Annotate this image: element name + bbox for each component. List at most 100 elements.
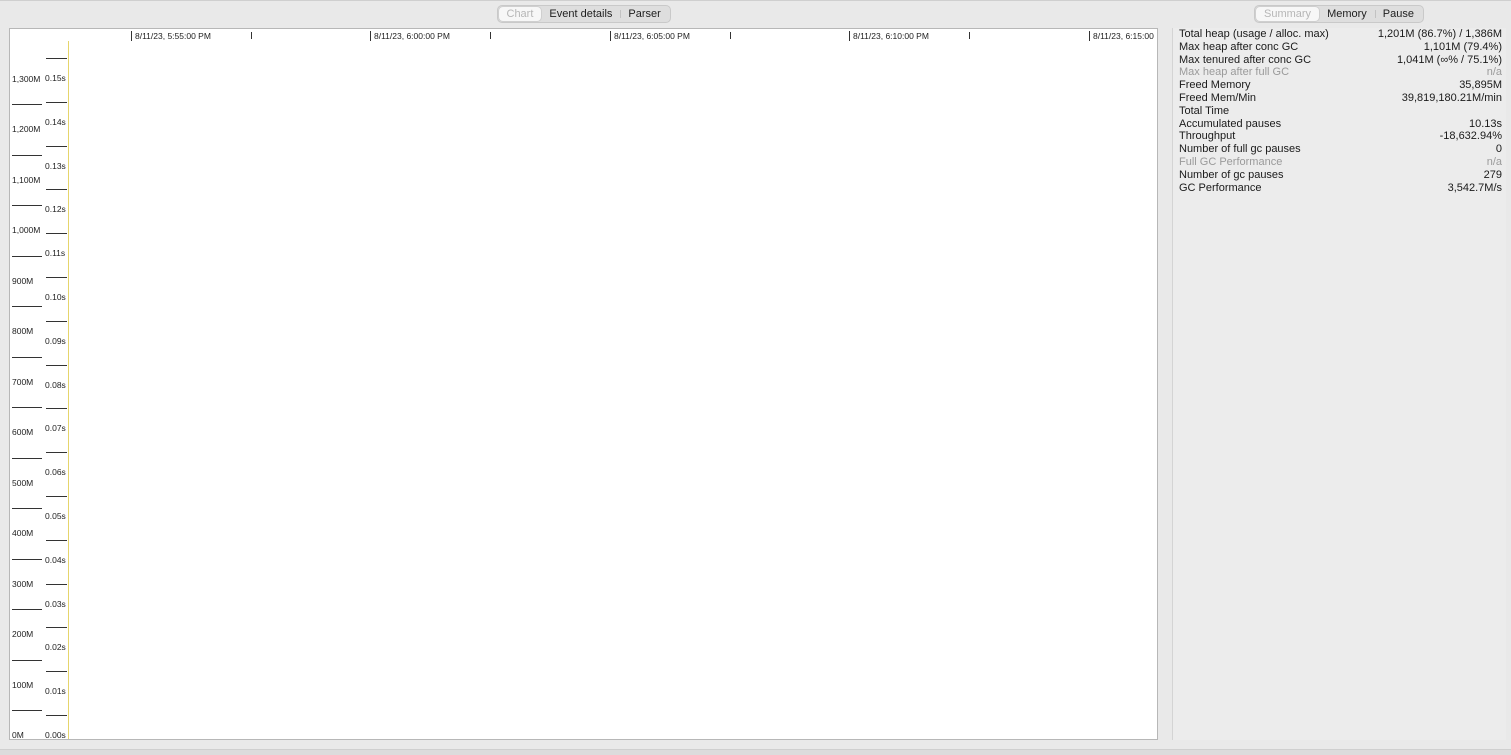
tab-memory[interactable]: Memory <box>1319 7 1375 21</box>
pause-axis-label: 0.01s <box>45 686 66 697</box>
summary-row: Max tenured after conc GC 1,041M (∞% / 75… <box>1179 54 1502 67</box>
memory-axis-label: 1,000M <box>12 225 41 236</box>
summary-value: n/a <box>1486 156 1502 168</box>
pause-axis-label: 0.14s <box>45 116 66 127</box>
memory-axis-label: 300M <box>12 578 34 589</box>
pause-axis-label: 0.04s <box>45 554 66 565</box>
pause-axis-gridmark <box>46 715 67 716</box>
gc-chart-panel[interactable]: 8/11/23, 5:55:00 PM 8/11/23, 6:00:00 PM 8/… <box>9 28 1158 740</box>
tab-chart[interactable]: Chart <box>498 7 542 21</box>
memory-axis-label: 900M <box>12 275 34 286</box>
summary-key: Number of gc pauses <box>1179 168 1284 181</box>
summary-key: Total Time <box>1179 104 1230 117</box>
pause-axis-label: 0.02s <box>45 642 66 653</box>
pause-axis-label: 0.11s <box>45 248 66 259</box>
memory-axis-gridmark <box>12 659 42 661</box>
tab-event-details[interactable]: Event details <box>541 7 620 21</box>
summary-value: 1,201M (86.7%) / 1,386M <box>1377 28 1502 40</box>
memory-axis-label: 500M <box>12 477 34 488</box>
memory-axis-gridmark <box>12 609 42 611</box>
summary-key: Max heap after full GC <box>1179 66 1290 79</box>
memory-axis-gridmark <box>12 205 42 207</box>
summary-value: -18,632.94% <box>1439 130 1502 143</box>
pause-axis-gridmark <box>46 452 67 454</box>
memory-axis-label: 1,200M <box>12 124 41 135</box>
memory-axis-gridmark <box>12 154 42 156</box>
pause-axis-gridmark <box>46 364 67 366</box>
summary-key: Max tenured after conc GC <box>1179 53 1312 66</box>
summary-key: Total heap (usage / alloc. max) <box>1179 28 1329 40</box>
summary-row: Number of gc pauses 279 <box>1179 169 1502 182</box>
summary-row: Full GC Performance n/a <box>1179 156 1502 169</box>
pause-axis-line <box>68 41 69 739</box>
summary-row: Throughput -18,632.94% <box>1179 130 1502 143</box>
memory-axis-label: 100M <box>12 679 34 690</box>
memory-axis-label: 600M <box>12 427 34 438</box>
memory-axis-gridmark <box>12 710 42 711</box>
pause-axis-gridmark <box>46 189 67 191</box>
summary-row: Number of full gc pauses 0 <box>1179 143 1502 156</box>
summary-value: 279 <box>1483 168 1502 181</box>
pause-axis-label: 0.13s <box>45 160 66 171</box>
time-axis-tick <box>490 32 491 39</box>
pause-axis-label: 0.05s <box>45 511 66 521</box>
summary-value: 1,041M (∞% / 75.1%) <box>1396 53 1502 66</box>
summary-value: 1,101M (79.4%) <box>1423 40 1502 53</box>
pause-axis-label: 0.03s <box>45 598 66 609</box>
tab-parser[interactable]: Parser <box>620 7 668 21</box>
pause-axis-gridmark <box>46 671 67 673</box>
tab-pause[interactable]: Pause <box>1374 7 1422 21</box>
summary-key: Full GC Performance <box>1179 156 1283 168</box>
memory-axis-label: 1,300M <box>12 74 41 84</box>
memory-axis-label: 700M <box>12 376 34 387</box>
memory-axis-label: 0M <box>12 730 24 740</box>
pause-axis-gridmark <box>46 145 67 147</box>
info-tab-bar: Summary Memory Pause <box>1254 5 1424 23</box>
window-top-border <box>0 0 1511 1</box>
memory-axis-gridmark <box>12 407 42 409</box>
memory-axis-label: 200M <box>12 629 34 640</box>
time-axis-tick <box>730 32 731 39</box>
summary-panel: Total heap (usage / alloc. max) 1,201M (8… <box>1172 28 1506 740</box>
summary-row: Max heap after full GC n/a <box>1179 66 1502 79</box>
pause-axis-gridmark <box>46 496 67 497</box>
pause-axis-gridmark <box>46 583 67 585</box>
time-axis-label: 8/11/23, 6:10:00 PM <box>849 31 929 41</box>
memory-axis-label: 400M <box>12 528 34 539</box>
pause-axis-gridmark <box>46 101 67 103</box>
summary-row: Max heap after conc GC 1,101M (79.4%) <box>1179 41 1502 54</box>
memory-axis-gridmark <box>12 356 42 358</box>
pause-axis-label: 0.12s <box>45 204 66 215</box>
pause-axis-gridmark <box>46 233 67 235</box>
view-tab-bar: Chart Event details Parser <box>496 5 671 23</box>
summary-value: 3,542.7M/s <box>1447 181 1502 194</box>
summary-value: 0 <box>1495 143 1502 156</box>
summary-value: n/a <box>1486 66 1502 79</box>
time-axis-label: 8/11/23, 6:05:00 PM <box>610 31 690 41</box>
summary-row: GC Performance 3,542.7M/s <box>1179 182 1502 195</box>
summary-key: Accumulated pauses <box>1179 117 1282 130</box>
summary-value: 10.13s <box>1468 117 1502 130</box>
memory-axis-gridmark <box>12 104 42 106</box>
summary-key: GC Performance <box>1179 181 1262 194</box>
summary-row: Freed Memory 35,895M <box>1179 79 1502 92</box>
pause-axis-label: 0.06s <box>45 467 66 478</box>
pause-axis-label: 0.09s <box>45 335 66 346</box>
summary-row: Total Time <box>1179 105 1502 118</box>
pause-axis-label: 0.15s <box>45 73 66 83</box>
summary-key: Freed Mem/Min <box>1179 92 1257 104</box>
memory-axis-label: 800M <box>12 326 34 337</box>
summary-row: Freed Mem/Min 39,819,180.21M/min <box>1179 92 1502 105</box>
time-axis-label: 8/11/23, 6:00:00 PM <box>370 31 450 41</box>
tab-summary[interactable]: Summary <box>1256 7 1320 21</box>
summary-value: 39,819,180.21M/min <box>1401 92 1502 104</box>
time-axis-label: 8/11/23, 5:55:00 PM <box>131 31 211 41</box>
memory-axis-label: 1,100M <box>12 174 41 185</box>
pause-axis-gridmark <box>46 408 67 410</box>
time-axis-tick <box>969 32 970 39</box>
summary-value: 35,895M <box>1459 79 1502 92</box>
memory-axis-gridmark <box>12 457 42 459</box>
pause-axis-gridmark <box>46 277 67 278</box>
pause-axis-gridmark <box>46 320 67 322</box>
summary-row: Total heap (usage / alloc. max) 1,201M (8… <box>1179 28 1502 41</box>
